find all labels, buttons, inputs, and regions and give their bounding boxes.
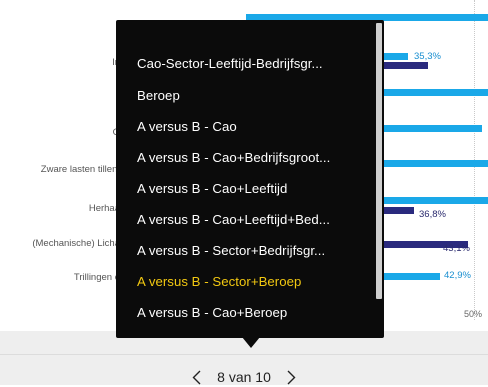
menu-item-selected[interactable]: A versus B - Sector+Beroep	[137, 274, 301, 289]
bar-dark	[380, 62, 428, 69]
menu-item[interactable]: A versus B - Cao+Beroep	[137, 305, 287, 320]
bar-light	[380, 89, 488, 96]
value-label: 43,1%	[443, 243, 470, 254]
menu-pointer-caret	[242, 337, 260, 348]
bar-light	[380, 273, 440, 280]
value-label: 36,8%	[419, 209, 446, 220]
footer-divider	[0, 354, 488, 355]
menu-item[interactable]: A versus B - Cao	[137, 119, 237, 134]
page-indicator: 8 van 10	[217, 369, 271, 385]
menu-item[interactable]: Cao-Sector-Leeftijd-Bedrijfsgr...	[137, 56, 323, 71]
value-label: 42,9%	[444, 270, 471, 281]
menu-item[interactable]: A versus B - Cao+Leeftijd+Bed...	[137, 212, 330, 227]
row-label: (Mechanische) Licha	[32, 238, 120, 249]
menu-item[interactable]: A versus B - Cao+Leeftijd	[137, 181, 287, 196]
row-label: Zware lasten tillen,	[40, 164, 120, 175]
bar-light	[380, 160, 488, 167]
menu-item[interactable]: A versus B - Sector+Bedrijfsgr...	[137, 243, 325, 258]
pager: 8 van 10	[0, 367, 488, 387]
row-label: Trillingen o	[73, 272, 120, 283]
bar-light	[380, 53, 408, 60]
page-dropdown-menu: Cao-Sector-Leeftijd-Bedrijfsgr... Beroep…	[116, 20, 384, 338]
bar-dark	[380, 207, 414, 214]
chevron-right-icon[interactable]	[285, 368, 299, 386]
bar-light	[380, 125, 482, 132]
bar-light	[380, 197, 488, 204]
menu-scrollbar[interactable]	[376, 23, 382, 299]
menu-item[interactable]: A versus B - Cao+Bedrijfsgroot...	[137, 150, 330, 165]
value-label: 35,3%	[414, 51, 441, 62]
axis-tick-label: 50%	[464, 309, 483, 319]
menu-item[interactable]: Beroep	[137, 88, 180, 103]
chevron-left-icon[interactable]	[189, 368, 203, 386]
